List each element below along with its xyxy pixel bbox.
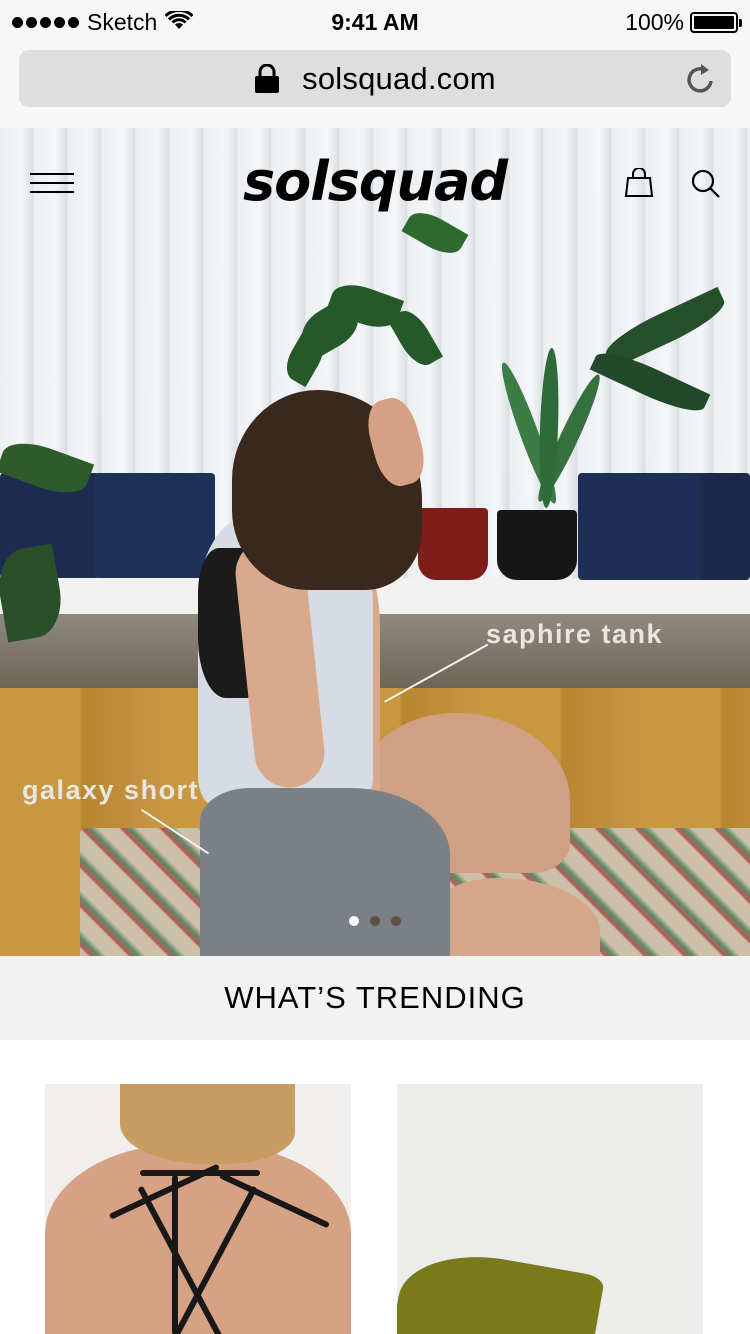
battery-icon <box>690 11 742 33</box>
product-card[interactable] <box>397 1084 703 1334</box>
trending-section-header: WHAT’S TRENDING <box>0 956 750 1040</box>
product-card[interactable] <box>45 1084 351 1334</box>
url-text: solsquad.com <box>302 60 496 96</box>
shopping-bag-icon[interactable] <box>624 168 654 198</box>
product-tag-galaxy-short[interactable]: galaxy short <box>22 775 199 806</box>
section-title: WHAT’S TRENDING <box>224 980 526 1015</box>
carousel-dot[interactable] <box>370 916 380 926</box>
lock-icon <box>255 63 280 93</box>
carousel-dot[interactable] <box>391 916 401 926</box>
status-bar: Sketch 9:41 AM 100% <box>0 0 750 40</box>
battery-percent: 100% <box>625 9 684 35</box>
yoga-mat-photo <box>397 1242 606 1334</box>
carousel-dot[interactable] <box>349 916 359 926</box>
search-icon[interactable] <box>690 168 722 200</box>
battery-group: 100% <box>625 9 742 35</box>
reload-icon[interactable] <box>685 62 717 96</box>
carousel-indicator[interactable] <box>349 916 401 926</box>
product-tag-saphire-tank[interactable]: saphire tank <box>486 619 663 650</box>
browser-toolbar: solsquad.com <box>0 40 750 128</box>
address-bar[interactable]: solsquad.com <box>19 50 731 107</box>
galaxy-short-photo <box>200 788 450 956</box>
hero-carousel[interactable]: solsquad saphire tank galaxy short <box>0 128 750 956</box>
